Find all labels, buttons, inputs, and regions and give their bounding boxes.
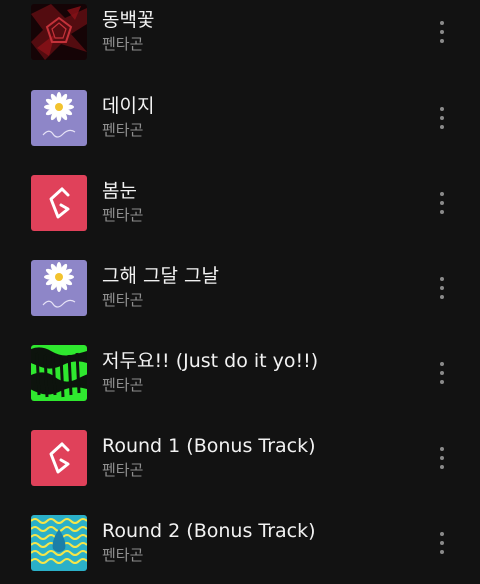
song-row[interactable]: Round 2 (Bonus Track) 펜타곤 — [0, 515, 480, 584]
song-artist: 펜타곤 — [102, 291, 144, 309]
wave-art-icon — [31, 515, 87, 571]
pink-logo-art-icon — [31, 175, 87, 231]
song-row[interactable]: 데이지 펜타곤 — [0, 90, 480, 166]
pink-logo-art-icon — [31, 430, 87, 486]
song-row[interactable]: 저두요!! (Just do it yo!!) 펜타곤 — [0, 345, 480, 421]
more-vertical-icon[interactable] — [432, 18, 452, 46]
song-title: Round 1 (Bonus Track) — [102, 435, 316, 457]
song-artist: 펜타곤 — [102, 376, 144, 394]
song-title: 봄눈 — [102, 180, 137, 202]
more-vertical-icon[interactable] — [432, 359, 452, 387]
song-title: 데이지 — [102, 95, 155, 117]
song-artist: 펜타곤 — [102, 121, 144, 139]
song-list: 동백꽃 펜타곤 데이지 펜타곤 봄눈 펜타곤 그해 그달 그날 펜타곤 저두요!… — [0, 0, 480, 584]
song-title: Round 2 (Bonus Track) — [102, 520, 316, 542]
song-artist: 펜타곤 — [102, 461, 144, 479]
more-vertical-icon[interactable] — [432, 274, 452, 302]
song-title: 저두요!! (Just do it yo!!) — [102, 350, 319, 372]
song-row[interactable]: 봄눈 펜타곤 — [0, 175, 480, 251]
daisy-art-icon — [31, 90, 87, 146]
more-vertical-icon[interactable] — [432, 104, 452, 132]
daisy-art-icon — [31, 260, 87, 316]
red-pentagon-art-icon — [31, 4, 87, 60]
green-text-art-icon — [31, 345, 87, 401]
more-vertical-icon[interactable] — [432, 444, 452, 472]
song-row[interactable]: 동백꽃 펜타곤 — [0, 4, 480, 80]
song-artist: 펜타곤 — [102, 546, 144, 564]
song-row[interactable]: 그해 그달 그날 펜타곤 — [0, 260, 480, 336]
song-artist: 펜타곤 — [102, 206, 144, 224]
more-vertical-icon[interactable] — [432, 189, 452, 217]
song-artist: 펜타곤 — [102, 35, 144, 53]
song-row[interactable]: Round 1 (Bonus Track) 펜타곤 — [0, 430, 480, 506]
song-title: 그해 그달 그날 — [102, 265, 219, 287]
more-vertical-icon[interactable] — [432, 529, 452, 557]
song-title: 동백꽃 — [102, 9, 155, 31]
